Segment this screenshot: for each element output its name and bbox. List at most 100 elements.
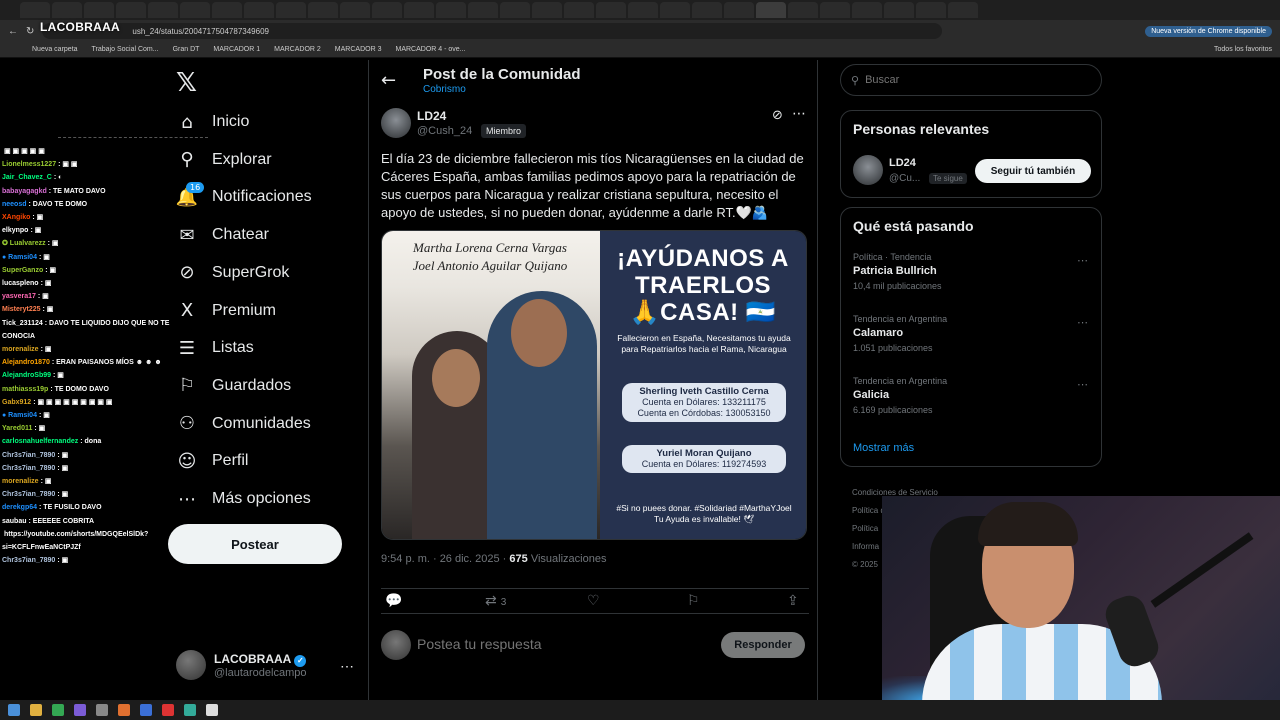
all-bookmarks[interactable]: Todos los favoritos [1214,46,1272,53]
browser-tab[interactable] [180,2,210,18]
browser-tab[interactable] [724,2,754,18]
os-taskbar [0,700,1280,720]
browser-tab[interactable] [756,2,786,18]
trend-item[interactable]: Tendencia en Argentina Galicia 6.169 publi… [853,376,947,415]
browser-tab[interactable] [148,2,178,18]
trend-item[interactable]: Tendencia en Argentina Calamaro 1.051 publ… [853,314,947,353]
app-icon[interactable] [96,704,108,716]
reload-icon[interactable]: ↻ [26,26,34,37]
chat-username: Yared011 [2,425,33,433]
community-link[interactable]: Cobrismo [423,84,466,95]
follow-button[interactable]: Seguir tú también [975,159,1091,183]
bookmark-icon[interactable]: ⚐ [687,593,700,609]
nav-bookmarks[interactable]: ⚐ Guardados [176,372,291,400]
back-icon[interactable]: ← [8,26,18,37]
browser-tab[interactable] [212,2,242,18]
author-handle[interactable]: @Cush_24 [417,125,472,137]
browser-tab[interactable] [308,2,338,18]
start-icon[interactable] [8,704,20,716]
nav-more[interactable]: ⋯ Más opciones [176,485,311,513]
post-image[interactable]: Martha Lorena Cerna Vargas Joel Antonio … [381,230,807,540]
search-box[interactable]: ⚲ [840,64,1102,96]
author-avatar[interactable] [381,108,411,138]
app-icon[interactable] [140,704,152,716]
browser-tab[interactable] [468,2,498,18]
browser-tab[interactable] [852,2,882,18]
nav-notifications[interactable]: 🔔 16 Notificaciones [176,182,312,211]
browser-tab[interactable] [84,2,114,18]
browser-tab[interactable] [884,2,914,18]
account-more-icon[interactable]: ⋯ [340,658,354,675]
bookmark-item[interactable]: Gran DT [173,46,200,53]
app-icon[interactable] [162,704,174,716]
browser-tab[interactable] [276,2,306,18]
relevant-name[interactable]: LD24 [889,157,916,169]
browser-tab[interactable] [628,2,658,18]
browser-tab[interactable] [596,2,626,18]
chrome-update-button[interactable]: Nueva versión de Chrome disponible [1145,25,1272,37]
browser-tab[interactable] [564,2,594,18]
nav-supergrok[interactable]: ⊘ SuperGrok [176,259,289,287]
x-logo-icon[interactable]: 𝕏 [176,68,197,98]
bookmark-item[interactable]: MARCADOR 4 - ove... [395,46,465,53]
trend-more-icon[interactable]: ⋯ [1077,316,1088,329]
reply-input[interactable] [417,636,697,652]
app-icon[interactable] [206,704,218,716]
browser-tab[interactable] [660,2,690,18]
browser-tab[interactable] [20,2,50,18]
browser-tab[interactable] [436,2,466,18]
nav-chat[interactable]: ✉ Chatear [176,221,268,249]
nav-explore[interactable]: ⚲ Explorar [176,146,271,174]
like-icon[interactable]: ♡ [587,593,600,609]
chrome-icon[interactable] [52,704,64,716]
app-icon[interactable] [184,704,196,716]
browser-tab[interactable] [948,2,978,18]
grok-icon[interactable]: ⊘ [772,108,783,123]
post-more-icon[interactable]: ⋯ [792,106,806,122]
trend-more-icon[interactable]: ⋯ [1077,378,1088,391]
repost-button[interactable]: ⇄ 3 [485,593,506,609]
relevant-avatar[interactable] [853,155,883,185]
browser-tab[interactable] [340,2,370,18]
bookmark-item[interactable]: MARCADOR 3 [335,46,382,53]
trend-more-icon[interactable]: ⋯ [1077,254,1088,267]
reply-icon[interactable]: 💬 [385,593,402,609]
app-icon[interactable] [118,704,130,716]
show-more-link[interactable]: Mostrar más [853,442,914,454]
chat-text: : ▣ ▣ [58,161,78,169]
app-icon[interactable] [74,704,86,716]
nav-home[interactable]: ⌂ Inicio [176,108,249,136]
chat-text: : DAVO TE DOMO [28,200,88,208]
browser-tab[interactable] [692,2,722,18]
bookmark-item[interactable]: Nueva carpeta [32,46,78,53]
browser-tab[interactable] [372,2,402,18]
browser-tab[interactable] [52,2,82,18]
browser-tab[interactable] [788,2,818,18]
explore-icon: ⚲ [180,149,194,171]
share-icon[interactable]: ⇪ [787,593,799,609]
browser-tab[interactable] [916,2,946,18]
nav-lists[interactable]: ☰ Listas [176,334,254,362]
post-button[interactable]: Postear [168,524,342,564]
trend-name: Calamaro [853,327,904,339]
nav-premium[interactable]: X Premium [176,297,276,325]
back-arrow-icon[interactable]: ← [381,70,396,91]
nav-communities[interactable]: ⚇ Comunidades [176,410,311,438]
author-name[interactable]: LD24 [417,109,446,123]
bookmark-item[interactable]: MARCADOR 1 [213,46,260,53]
browser-tab[interactable] [244,2,274,18]
account-switcher[interactable]: LACOBRAAA ✓ @lautarodelcampo [176,650,307,680]
browser-tab[interactable] [116,2,146,18]
reply-button[interactable]: Responder [721,632,805,658]
browser-tab[interactable] [820,2,850,18]
trend-item[interactable]: Política · Tendencia Patricia Bullrich 10,… [853,252,942,291]
search-input[interactable] [865,74,1066,86]
address-bar[interactable]: ush_24/status/2004717504787349609 [42,23,943,39]
browser-tab[interactable] [500,2,530,18]
bookmark-item[interactable]: MARCADOR 2 [274,46,321,53]
folder-icon[interactable] [30,704,42,716]
browser-tab[interactable] [532,2,562,18]
bookmark-item[interactable]: Trabajo Social Com... [92,46,159,53]
browser-tab[interactable] [404,2,434,18]
nav-profile[interactable]: ☺ Perfil [176,447,249,475]
